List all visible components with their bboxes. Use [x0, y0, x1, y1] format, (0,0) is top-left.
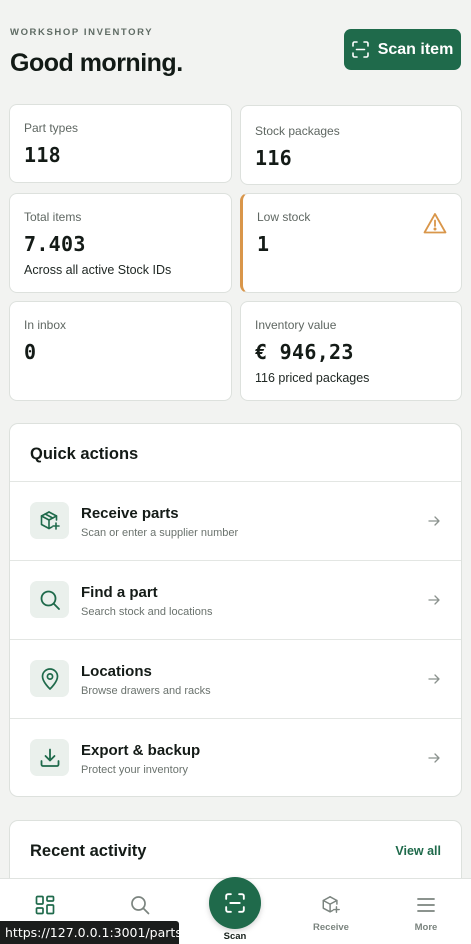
- action-subtitle: Browse drawers and racks: [81, 685, 211, 697]
- nav-item-receive[interactable]: Receive: [286, 879, 376, 944]
- stat-subtext: 116 priced packages: [255, 371, 370, 385]
- search-icon: [30, 581, 69, 618]
- stat-value: € 946,23: [255, 340, 354, 364]
- stat-card-in-inbox[interactable]: In inbox 0: [9, 301, 232, 401]
- quick-actions-title: Quick actions: [30, 445, 139, 463]
- app-eyebrow: WORKSHOP INVENTORY: [10, 27, 154, 38]
- action-export-backup[interactable]: Export & backup Protect your inventory: [10, 718, 461, 796]
- action-title: Receive parts: [81, 505, 179, 522]
- action-locations[interactable]: Locations Browse drawers and racks: [10, 639, 461, 718]
- action-title: Find a part: [81, 584, 158, 601]
- scan-item-button[interactable]: Scan item: [344, 29, 461, 70]
- stat-card-inventory-value[interactable]: Inventory value € 946,23 116 priced pack…: [240, 301, 462, 401]
- warning-triangle-icon: [423, 213, 447, 234]
- search-icon: [131, 896, 150, 915]
- arrow-right-icon: [428, 753, 440, 763]
- recent-activity-title: Recent activity: [30, 842, 147, 860]
- page-title: Good morning.: [10, 49, 183, 77]
- action-subtitle: Search stock and locations: [81, 606, 213, 618]
- nav-label-more: More: [414, 922, 438, 933]
- action-title: Locations: [81, 663, 152, 680]
- stat-value: 118: [24, 143, 62, 167]
- nav-label-receive: Receive: [313, 922, 349, 933]
- download-icon: [30, 739, 69, 776]
- stat-label: Part types: [24, 121, 79, 135]
- package-add-icon: [30, 502, 69, 539]
- stat-label: Low stock: [257, 210, 311, 224]
- stat-card-stock-packages[interactable]: Stock packages 116: [240, 105, 462, 185]
- stat-value: 1: [257, 232, 270, 256]
- map-pin-icon: [30, 660, 69, 697]
- page-header: WORKSHOP INVENTORY Good morning. Scan it…: [10, 27, 461, 77]
- action-subtitle: Scan or enter a supplier number: [81, 527, 239, 539]
- stat-card-total-items[interactable]: Total items 7.403 Across all active Stoc…: [9, 193, 232, 293]
- scan-fab-button[interactable]: [209, 877, 261, 929]
- stat-card-part-types[interactable]: Part types 118: [9, 104, 232, 183]
- arrow-right-icon: [428, 516, 440, 526]
- scan-icon: [351, 41, 369, 58]
- stat-label: Stock packages: [255, 124, 340, 138]
- arrow-right-icon: [428, 595, 440, 605]
- arrow-right-icon: [428, 674, 440, 684]
- stat-value: 0: [24, 340, 37, 364]
- quick-actions-panel: Quick actions Receive parts Scan or ente…: [9, 423, 462, 797]
- nav-label-scan: Scan: [223, 931, 247, 942]
- stat-subtext: Across all active Stock IDs: [24, 263, 172, 277]
- view-all-link[interactable]: View all: [395, 844, 441, 858]
- stat-value: 116: [255, 146, 293, 170]
- scan-item-label: Scan item: [377, 40, 454, 58]
- stat-card-low-stock[interactable]: Low stock 1: [240, 193, 462, 293]
- stat-label: Inventory value: [255, 318, 337, 332]
- stat-label: In inbox: [24, 318, 67, 332]
- status-url-tooltip: https://127.0.0.1:3001/parts: [0, 921, 182, 944]
- action-receive-parts[interactable]: Receive parts Scan or enter a supplier n…: [10, 481, 461, 560]
- menu-icon: [417, 898, 435, 912]
- action-subtitle: Protect your inventory: [81, 764, 188, 776]
- scan-icon: [225, 893, 245, 913]
- package-add-icon: [322, 896, 340, 913]
- dashboard-grid-icon: [35, 895, 55, 915]
- nav-item-more[interactable]: More: [381, 879, 471, 944]
- action-find-part[interactable]: Find a part Search stock and locations: [10, 560, 461, 639]
- stat-value: 7.403: [24, 232, 86, 256]
- stat-label: Total items: [24, 210, 82, 224]
- action-title: Export & backup: [81, 742, 201, 759]
